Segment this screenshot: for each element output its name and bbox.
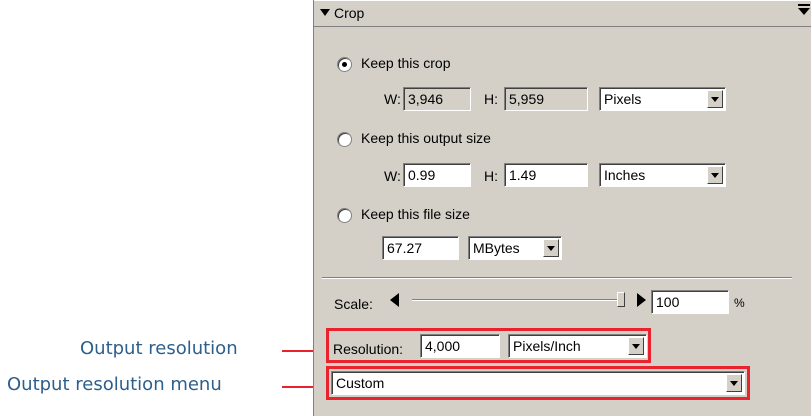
chevron-down-icon[interactable] [543, 239, 559, 257]
scale-label: Scale: [334, 296, 373, 312]
scale-unit: % [734, 296, 745, 310]
collapse-triangle-icon[interactable] [320, 9, 330, 16]
output-unit-value: Inches [604, 167, 646, 183]
keep-output-radio[interactable] [337, 132, 352, 147]
file-size-unit-select[interactable]: MBytes [468, 236, 562, 260]
scale-decrease-icon[interactable] [390, 293, 399, 307]
crop-unit-value: Pixels [604, 91, 642, 107]
keep-file-label: Keep this file size [361, 206, 470, 222]
crop-height-label: H: [484, 91, 498, 107]
output-height-input[interactable]: 1.49 [504, 163, 588, 187]
keep-crop-label: Keep this crop [361, 55, 451, 71]
panel-menu-icon[interactable] [798, 4, 811, 20]
crop-unit-select[interactable]: Pixels [599, 87, 726, 111]
output-height-label: H: [484, 168, 498, 184]
output-unit-select[interactable]: Inches [599, 163, 726, 187]
chevron-down-icon[interactable] [707, 90, 723, 108]
scale-increase-icon[interactable] [637, 293, 646, 307]
crop-width-field: 3,946 [403, 87, 471, 111]
callout-output-resolution: Output resolution [80, 338, 238, 359]
crop-height-field: 5,959 [504, 87, 588, 111]
chevron-down-icon[interactable] [707, 166, 723, 184]
scale-slider-track[interactable] [412, 299, 622, 301]
crop-width-label: W: [384, 91, 401, 107]
scale-input[interactable]: 100 [651, 290, 729, 314]
output-resolution-highlight [326, 328, 651, 363]
crop-panel-titlebar[interactable]: Crop [314, 0, 811, 27]
output-width-input[interactable]: 0.99 [403, 163, 471, 187]
panel-title: Crop [334, 5, 365, 21]
keep-output-label: Keep this output size [361, 130, 491, 146]
keep-file-radio[interactable] [337, 208, 352, 223]
output-width-label: W: [384, 168, 401, 184]
file-size-input[interactable]: 67.27 [382, 236, 459, 260]
divider [322, 277, 792, 279]
callout-output-resolution-menu: Output resolution menu [7, 374, 222, 395]
file-size-unit-value: MBytes [473, 240, 520, 256]
scale-slider-thumb[interactable] [617, 292, 625, 307]
output-resolution-menu-highlight [326, 366, 750, 400]
keep-crop-radio[interactable] [337, 57, 352, 72]
radio-selected-dot [342, 62, 347, 67]
